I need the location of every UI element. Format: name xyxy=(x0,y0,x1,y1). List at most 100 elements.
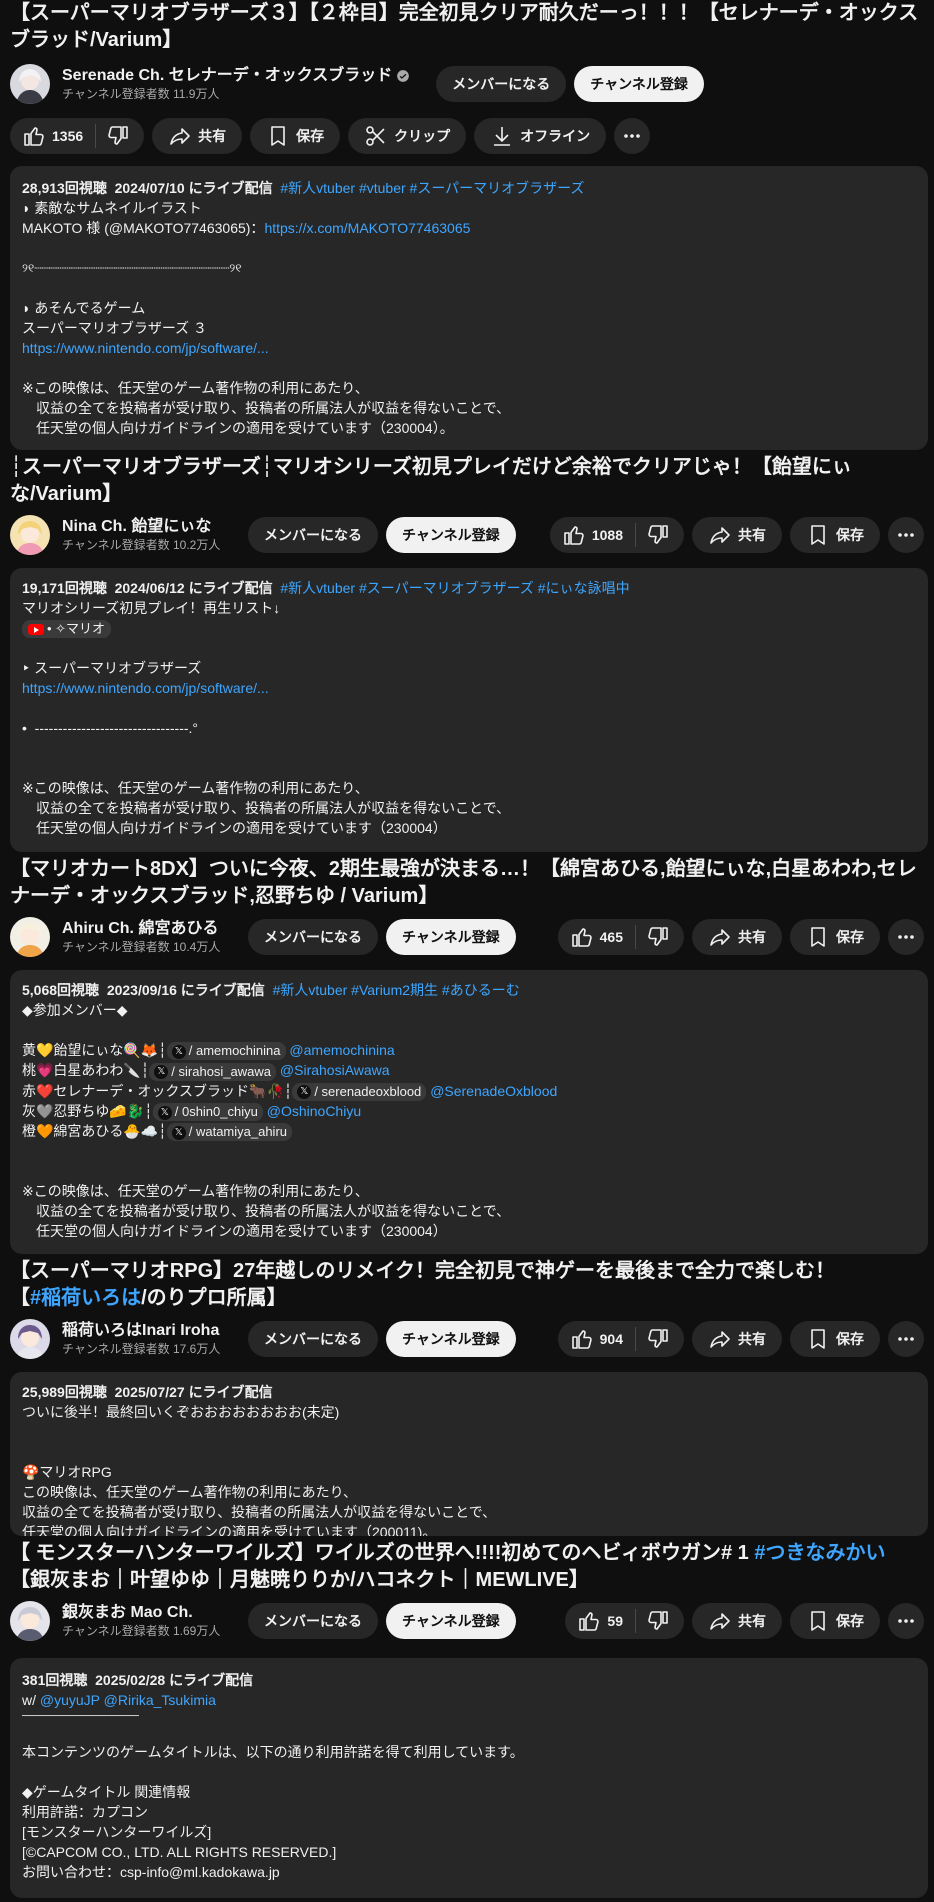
more-actions-button[interactable] xyxy=(888,1603,924,1639)
share-button[interactable]: 共有 xyxy=(692,919,782,955)
playlist-chip[interactable]: • ✧マリオ xyxy=(22,620,112,639)
channel-avatar[interactable] xyxy=(10,64,50,104)
channel-name[interactable]: Ahiru Ch. 綿宮あひる xyxy=(62,919,228,939)
subscribe-button[interactable]: チャンネル登録 xyxy=(386,919,516,955)
join-button[interactable]: メンバーになる xyxy=(248,1321,378,1357)
subscribe-button[interactable]: チャンネル登録 xyxy=(386,1603,516,1639)
description-meta: 25,989回視聴 2025/07/27 にライブ配信 xyxy=(22,1382,916,1402)
subscribe-button[interactable]: チャンネル登録 xyxy=(386,1321,516,1357)
description-box[interactable]: 25,989回視聴 2025/07/27 にライブ配信 ついに後半！最終回いくぞ… xyxy=(10,1372,928,1536)
description-meta: 5,068回視聴 2023/09/16 にライブ配信 #新人vtuber #Va… xyxy=(22,980,916,1000)
like-button[interactable]: 1088 xyxy=(550,517,635,553)
like-button[interactable]: 1356 xyxy=(10,118,95,154)
join-button[interactable]: メンバーになる xyxy=(248,517,378,553)
x-handle-chip[interactable]: 𝕏 / watamiya_ahiru xyxy=(166,1123,293,1142)
video-title[interactable]: 【スーパーマリオブラザーズ３】【２枠目】完全初見クリア耐久だーっ！！！【セレナー… xyxy=(0,0,934,58)
hashtags[interactable]: #新人vtuber #vtuber #スーパーマリオブラザーズ xyxy=(280,180,584,196)
channel-avatar[interactable] xyxy=(10,1319,50,1359)
channel-info: Nina Ch. 飴望にぃな チャンネル登録者数 10.2万人 xyxy=(62,517,228,553)
share-label: 共有 xyxy=(738,929,766,945)
title-text: 【銀灰まお｜叶望ゆゆ｜月魅暁りりか/ハコネクト｜MEWLIVE】 xyxy=(10,1569,589,1591)
save-label: 保存 xyxy=(836,929,864,945)
more-actions-button[interactable] xyxy=(614,118,651,154)
mention-links[interactable]: @yuyuJP @Ririka_Tsukimia xyxy=(40,1692,216,1708)
description-line: ‣ スーパーマリオブラザーズ xyxy=(22,660,202,677)
more-actions-button[interactable] xyxy=(888,1321,924,1357)
dislike-button[interactable] xyxy=(96,118,144,154)
dislike-button[interactable] xyxy=(636,1321,684,1357)
more-actions-button[interactable] xyxy=(888,919,924,955)
channel-avatar[interactable] xyxy=(10,917,50,957)
like-button[interactable]: 465 xyxy=(558,919,635,955)
channel-name[interactable]: 稲荷いろはInari Iroha xyxy=(62,1321,228,1341)
video-title[interactable]: 【マリオカート8DX】ついに今夜、2期生最強が決まる…！【綿宮あひる,飴望にぃな… xyxy=(0,854,934,912)
bookmark-icon xyxy=(806,523,830,547)
channel-avatar[interactable] xyxy=(10,1601,50,1641)
hashtags[interactable]: #新人vtuber #スーパーマリオブラザーズ #にぃな詠唱中 xyxy=(280,580,629,596)
title-hashtag[interactable]: #つきなみかい xyxy=(754,1542,885,1564)
more-horizontal-icon xyxy=(894,1609,918,1633)
description-box[interactable]: 5,068回視聴 2023/09/16 にライブ配信 #新人vtuber #Va… xyxy=(10,970,928,1254)
join-button[interactable]: メンバーになる xyxy=(248,919,378,955)
nintendo-link[interactable]: https://www.nintendo.com/jp/software/... xyxy=(22,338,916,358)
offline-button[interactable]: オフライン xyxy=(474,118,607,154)
twitter-link[interactable]: https://x.com/MAKOTO77463065 xyxy=(264,220,470,236)
video-title[interactable]: 【スーパーマリオRPG】27年越しのリメイク！完全初見で神ゲーを最後まで全力で楽… xyxy=(0,1256,934,1314)
share-button[interactable]: 共有 xyxy=(692,1321,782,1357)
dislike-button[interactable] xyxy=(636,919,684,955)
description-line: w/ @yuyuJP @Ririka_Tsukimia xyxy=(22,1690,916,1710)
x-handle-chip[interactable]: 𝕏 / sirahosi_awawa xyxy=(149,1062,277,1081)
mention-link[interactable]: @amemochinina xyxy=(289,1042,394,1058)
subscribe-button[interactable]: チャンネル登録 xyxy=(386,517,516,553)
bookmark-icon xyxy=(806,925,830,949)
save-button[interactable]: 保存 xyxy=(790,1603,880,1639)
channel-name[interactable]: Nina Ch. 飴望にぃな xyxy=(62,517,228,537)
hashtags[interactable]: #新人vtuber #Varium2期生 #あひるーむ xyxy=(273,982,520,998)
save-button[interactable]: 保存 xyxy=(790,517,880,553)
like-button[interactable]: 904 xyxy=(558,1321,635,1357)
save-button[interactable]: 保存 xyxy=(790,1321,880,1357)
title-hashtag[interactable]: #稲荷いろは xyxy=(30,1287,141,1309)
channel-name[interactable]: Serenade Ch. セレナーデ・オックスブラッド xyxy=(62,66,392,86)
share-button[interactable]: 共有 xyxy=(692,517,782,553)
save-button[interactable]: 保存 xyxy=(790,919,880,955)
dislike-button[interactable] xyxy=(636,1603,684,1639)
description-line: 任天堂の個人向けガイドラインの適用を受けています（230004）。 xyxy=(22,420,454,436)
x-handle: / sirahosi_awawa xyxy=(171,1063,272,1079)
join-button[interactable]: メンバーになる xyxy=(248,1603,378,1639)
clip-button[interactable]: クリップ xyxy=(348,118,467,154)
save-button[interactable]: 保存 xyxy=(250,118,341,154)
x-handle-chip[interactable]: 𝕏 / serenadeoxblood xyxy=(292,1082,427,1101)
join-button[interactable]: メンバーになる xyxy=(436,66,567,102)
like-dislike-group: 59 xyxy=(565,1603,684,1639)
share-button[interactable]: 共有 xyxy=(692,1603,782,1639)
title-text: 【 モンスターハンターワイルズ】ワイルズの世界へ!!!!初めてのヘビィボウガン#… xyxy=(10,1542,755,1564)
description-box[interactable]: 28,913回視聴 2024/07/10 にライブ配信 #新人vtuber #v… xyxy=(10,166,928,450)
description-line: 利用許諾：カプコン xyxy=(22,1804,148,1820)
channel-name[interactable]: 銀灰まお Mao Ch. xyxy=(62,1603,228,1623)
mention-link[interactable]: @SerenadeOxblood xyxy=(430,1083,557,1099)
subscribe-button[interactable]: チャンネル登録 xyxy=(574,66,704,102)
member-name: 黄💛飴望にぃな🍭🦊┆ xyxy=(22,1042,167,1058)
mention-link[interactable]: @SirahosiAwawa xyxy=(280,1062,390,1078)
description-box[interactable]: 381回視聴 2025/02/28 にライブ配信 w/ @yuyuJP @Rir… xyxy=(10,1658,928,1898)
view-count: 5,068回視聴 xyxy=(22,982,100,998)
description-line xyxy=(22,638,916,658)
video-title[interactable]: 【 モンスターハンターワイルズ】ワイルズの世界へ!!!!初めてのヘビィボウガン#… xyxy=(0,1538,934,1596)
channel-avatar[interactable] xyxy=(10,515,50,555)
dislike-button[interactable] xyxy=(636,517,684,553)
video-title[interactable]: ┆スーパーマリオブラザーズ┆マリオシリーズ初見プレイだけど余裕でクリアじゃ！【飴… xyxy=(0,452,934,510)
like-button[interactable]: 59 xyxy=(565,1603,635,1639)
bookmark-icon xyxy=(806,1327,830,1351)
share-button[interactable]: 共有 xyxy=(152,118,243,154)
channel-info: 稲荷いろはInari Iroha チャンネル登録者数 17.6万人 xyxy=(62,1321,228,1357)
like-count: 59 xyxy=(607,1613,623,1629)
x-handle-chip[interactable]: 𝕏 / amemochinina xyxy=(166,1042,286,1061)
description-box[interactable]: 19,171回視聴 2024/06/12 にライブ配信 #新人vtuber #ス… xyxy=(10,568,928,852)
x-handle-chip[interactable]: 𝕏/ 0shin0_chiyu xyxy=(152,1103,263,1122)
more-actions-button[interactable] xyxy=(888,517,924,553)
x-logo-icon: 𝕏 xyxy=(171,1126,186,1141)
mention-link[interactable]: @OshinoChiyu xyxy=(267,1103,361,1119)
description-line: 任天堂の個人向けガイドラインの適用を受けています（230004） xyxy=(22,1223,447,1240)
nintendo-link[interactable]: https://www.nintendo.com/jp/software/... xyxy=(22,678,916,698)
